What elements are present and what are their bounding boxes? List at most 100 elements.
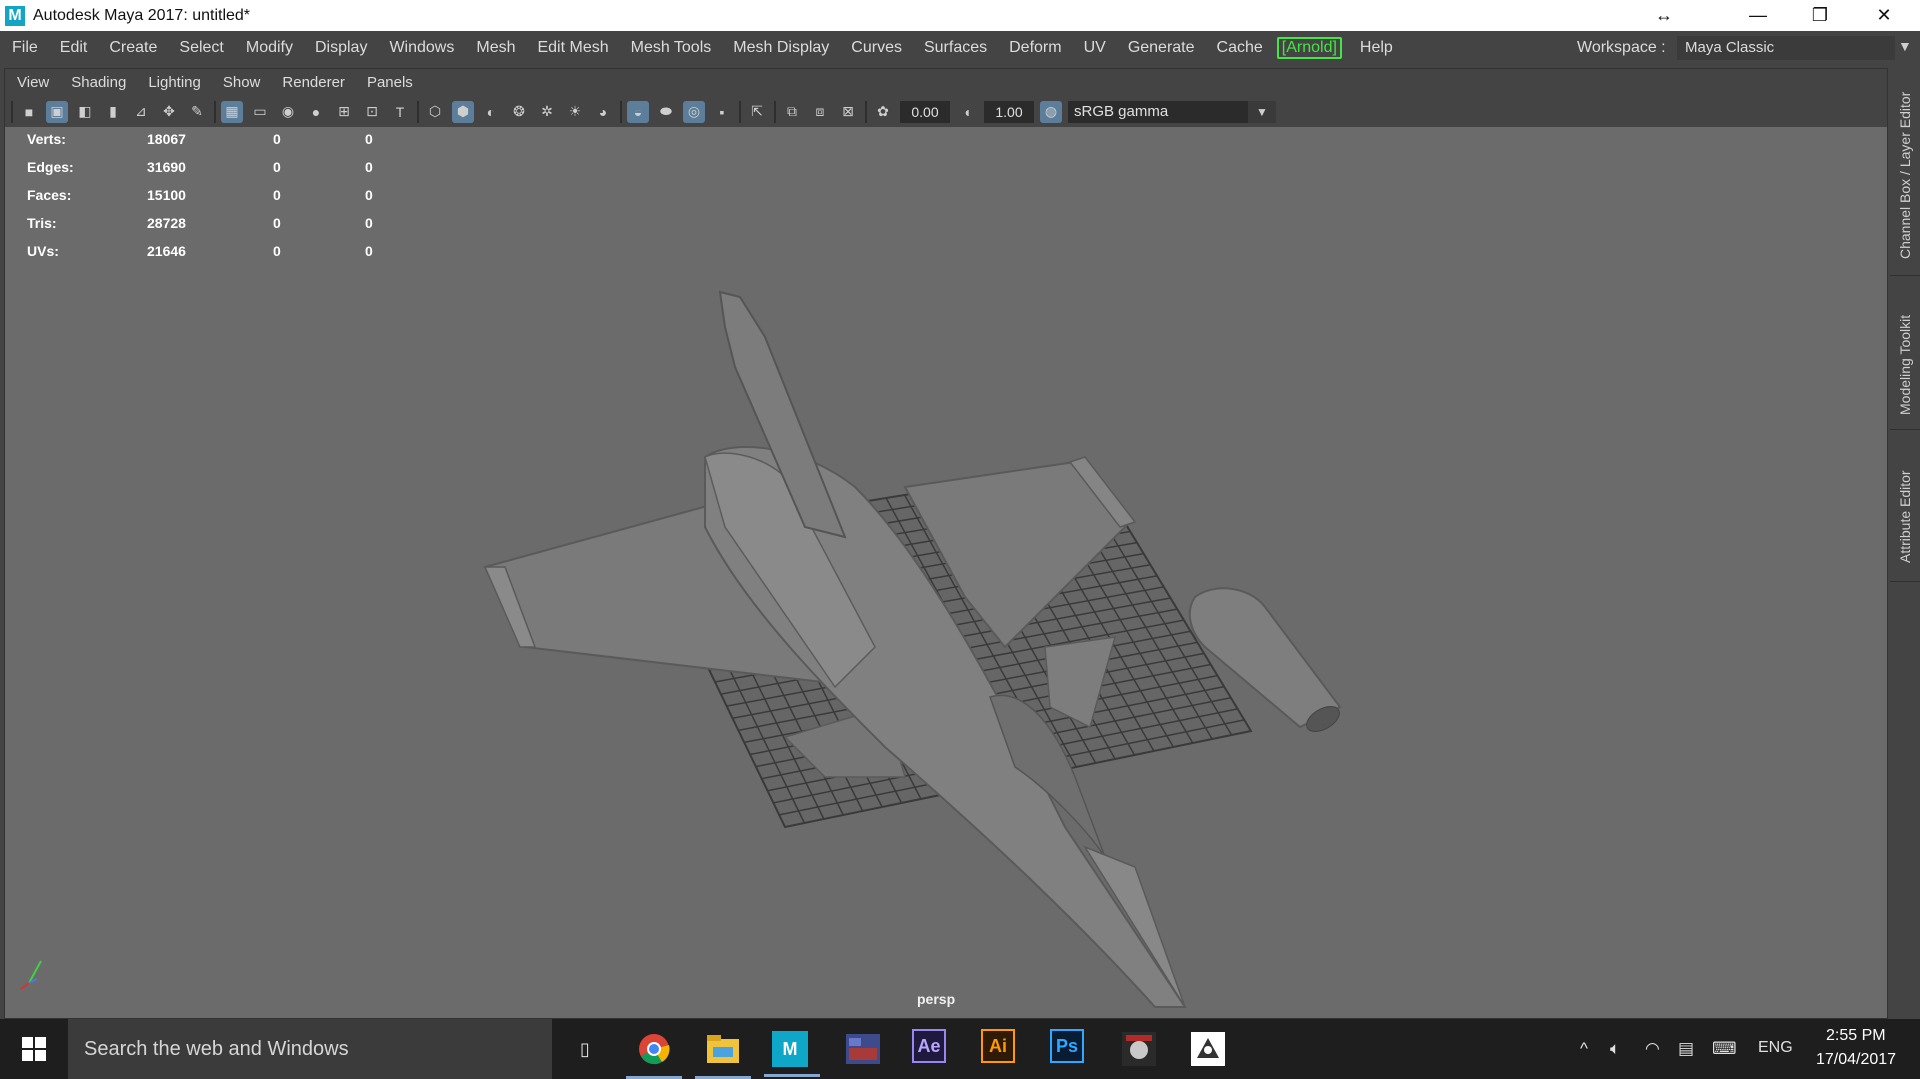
resolution-gate-icon[interactable]: ◉ <box>277 101 299 123</box>
screen-space-ao-icon[interactable]: ◒ <box>627 100 649 123</box>
hud-label: UVs: <box>27 243 59 259</box>
toolbar-separator <box>739 100 741 123</box>
panel-menu-shading[interactable]: Shading <box>59 74 136 91</box>
menu-file[interactable]: File <box>0 39 48 57</box>
wifi-icon[interactable]: ◠ <box>1645 1039 1660 1059</box>
hud-value: 0 <box>365 215 373 231</box>
language-indicator[interactable]: ENG <box>1758 1039 1793 1057</box>
chevron-down-icon[interactable]: ▼ <box>1898 38 1912 54</box>
after-effects-icon[interactable]: Ae <box>912 1029 946 1063</box>
panel-menu-lighting[interactable]: Lighting <box>136 74 211 91</box>
panel-menu-panels[interactable]: Panels <box>355 74 423 91</box>
textured-icon[interactable]: ✲ <box>536 101 558 123</box>
hud-value: 0 <box>365 159 373 175</box>
volume-icon[interactable]: 🔈︎ <box>1610 1039 1620 1059</box>
wireframe-icon[interactable]: ⬡ <box>424 101 446 123</box>
menu-edit-mesh[interactable]: Edit Mesh <box>525 39 618 57</box>
menu-mesh-tools[interactable]: Mesh Tools <box>619 39 722 57</box>
film-gate-icon[interactable]: ▭ <box>249 101 271 123</box>
color-space-select[interactable]: sRGB gamma <box>1068 100 1248 123</box>
isolate-select-icon[interactable]: ⇱ <box>746 101 768 123</box>
lights-icon[interactable]: ☀ <box>564 101 586 123</box>
workspace-select[interactable]: Maya Classic <box>1677 36 1895 60</box>
bookmark-icon[interactable]: ▮ <box>102 101 124 123</box>
menu-deform[interactable]: Deform <box>997 39 1071 57</box>
task-view-icon[interactable]: ▯ <box>565 1029 605 1069</box>
hud-label: Edges: <box>27 159 74 175</box>
tab-channel-box[interactable]: Channel Box / Layer Editor <box>1890 76 1920 276</box>
panel-menu-show[interactable]: Show <box>211 74 271 91</box>
gamma-icon[interactable]: ◖ <box>956 101 978 123</box>
xray-joints-icon[interactable]: ⧈ <box>809 101 831 123</box>
chrome-icon[interactable] <box>626 1029 682 1079</box>
chevron-down-icon[interactable]: ▼ <box>1248 100 1276 123</box>
maya-taskbar-icon[interactable]: M <box>764 1031 820 1077</box>
menu-surfaces[interactable]: Surfaces <box>912 39 997 57</box>
gate-mask-icon[interactable]: ● <box>305 101 327 123</box>
bookmark-camera-icon[interactable]: ◧ <box>74 101 96 123</box>
exposure-icon[interactable]: ✿ <box>872 101 894 123</box>
side-tabs: Channel Box / Layer Editor Modeling Tool… <box>1890 68 1920 1019</box>
viewport-3d[interactable]: Verts: 18067 0 0 Edges: 31690 0 0 Faces:… <box>5 127 1887 1018</box>
grid-icon[interactable]: ▦ <box>221 100 243 123</box>
shadows-icon[interactable]: ◕ <box>592 101 614 123</box>
multisample-aa-icon[interactable]: ◎ <box>683 100 705 123</box>
close-button[interactable]: ✕ <box>1854 0 1914 31</box>
menu-uv[interactable]: UV <box>1072 39 1116 57</box>
hud-label: Faces: <box>27 187 72 203</box>
game-app-icon[interactable] <box>1119 1029 1159 1069</box>
menu-windows[interactable]: Windows <box>377 39 464 57</box>
tab-attribute-editor[interactable]: Attribute Editor <box>1890 452 1920 582</box>
menu-arnold[interactable]: [Arnold] <box>1276 36 1342 59</box>
field-chart-icon[interactable]: ⊞ <box>333 101 355 123</box>
restore-button[interactable]: ❐ <box>1790 0 1850 31</box>
menu-mesh-display[interactable]: Mesh Display <box>721 39 839 57</box>
exposure-field[interactable]: 0.00 <box>900 100 950 123</box>
menu-mesh[interactable]: Mesh <box>464 39 525 57</box>
viewport-panel: View Shading Lighting Show Renderer Pane… <box>4 68 1888 1019</box>
camera-icon[interactable]: ■ <box>18 101 40 123</box>
media-app-icon[interactable] <box>843 1029 883 1069</box>
gamma-field[interactable]: 1.00 <box>984 100 1034 123</box>
zbrush-icon[interactable] <box>1188 1029 1228 1069</box>
move-icon[interactable]: ↔ <box>1634 0 1694 31</box>
smooth-shade-icon[interactable]: ⬢ <box>452 100 474 123</box>
taskbar-search-box[interactable]: Search the web and Windows <box>68 1019 552 1079</box>
tab-modeling-toolkit[interactable]: Modeling Toolkit <box>1890 300 1920 430</box>
keyboard-icon[interactable]: ⌨ <box>1712 1039 1737 1059</box>
photoshop-icon[interactable]: Ps <box>1050 1029 1084 1063</box>
chevron-up-icon[interactable]: ^ <box>1580 1039 1588 1059</box>
menu-curves[interactable]: Curves <box>839 39 912 57</box>
panel-menu-renderer[interactable]: Renderer <box>270 74 355 91</box>
wireframe-on-shaded-icon[interactable]: ❂ <box>508 101 530 123</box>
camera-name-label: persp <box>917 991 956 1007</box>
menu-edit[interactable]: Edit <box>48 39 98 57</box>
menu-display[interactable]: Display <box>303 39 377 57</box>
notification-icon[interactable]: ▤ <box>1678 1039 1694 1059</box>
menu-help[interactable]: Help <box>1348 39 1403 57</box>
clock-date[interactable]: 17/04/2017 <box>1816 1051 1896 1069</box>
depth-of-field-icon[interactable]: ▪ <box>711 101 733 123</box>
motion-blur-icon[interactable]: ⬬ <box>655 101 677 123</box>
menu-generate[interactable]: Generate <box>1116 39 1205 57</box>
panel-menu-view[interactable]: View <box>5 74 59 91</box>
menu-create[interactable]: Create <box>97 39 167 57</box>
use-default-material-icon[interactable]: ◐ <box>480 101 502 123</box>
image-plane-icon[interactable]: ⊿ <box>130 101 152 123</box>
start-button[interactable] <box>0 1019 68 1079</box>
menu-modify[interactable]: Modify <box>234 39 303 57</box>
menu-select[interactable]: Select <box>167 39 233 57</box>
color-management-icon[interactable]: ◍ <box>1040 100 1062 123</box>
xray-icon[interactable]: ⧉ <box>781 101 803 123</box>
minimize-button[interactable]: — <box>1728 0 1788 31</box>
two-d-pan-icon[interactable]: ✥ <box>158 101 180 123</box>
grease-pencil-icon[interactable]: ✎ <box>186 101 208 123</box>
file-explorer-icon[interactable] <box>695 1029 751 1079</box>
safe-action-icon[interactable]: ⊡ <box>361 101 383 123</box>
clock-time[interactable]: 2:55 PM <box>1826 1027 1886 1045</box>
menu-cache[interactable]: Cache <box>1205 39 1273 57</box>
safe-title-icon[interactable]: T <box>389 101 411 123</box>
illustrator-icon[interactable]: Ai <box>981 1029 1015 1063</box>
camera-attributes-icon[interactable]: ▣ <box>46 100 68 123</box>
xray-components-icon[interactable]: ⊠ <box>837 101 859 123</box>
